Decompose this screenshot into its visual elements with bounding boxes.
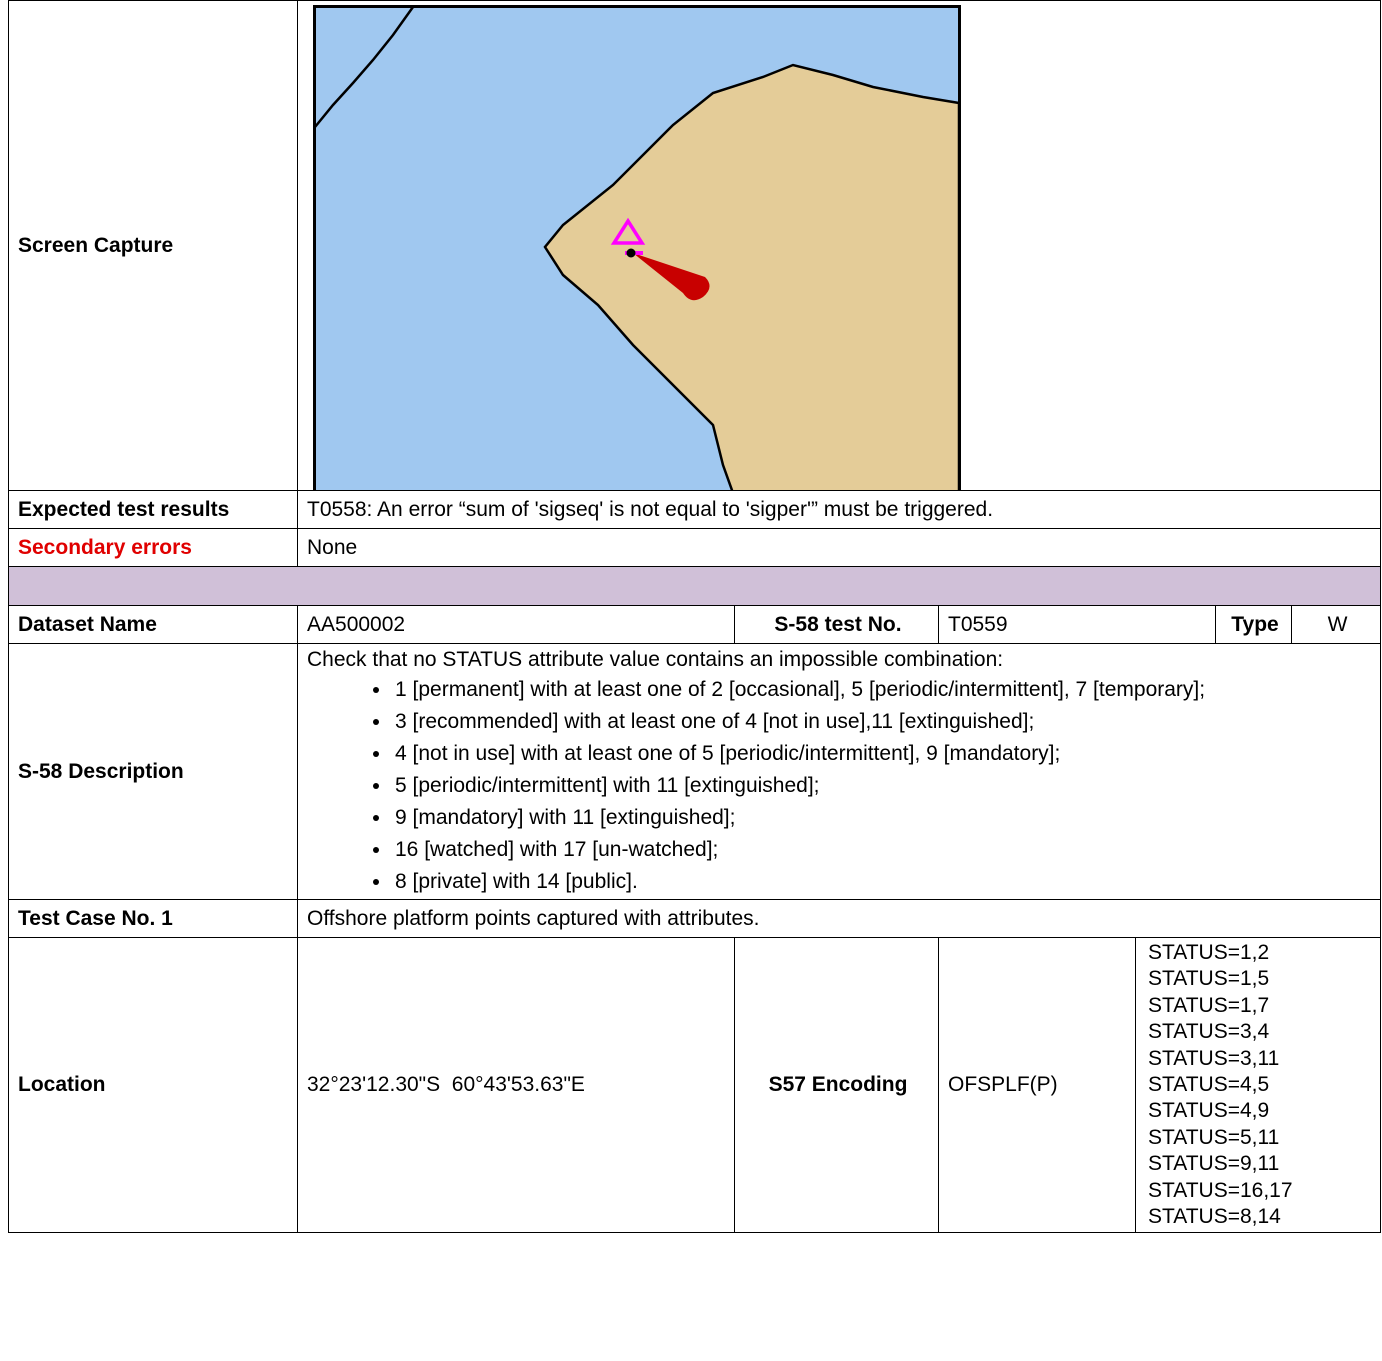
type-label: Type	[1215, 605, 1292, 644]
row-expected-results: Expected test results T0558: An error “s…	[8, 490, 1382, 529]
status-value: STATUS=4,9	[1148, 1099, 1270, 1123]
description-label: S-58 Description	[8, 643, 298, 900]
row-dataset: Dataset Name AA500002 S-58 test No. T055…	[8, 605, 1382, 644]
status-value: STATUS=1,5	[1148, 967, 1270, 991]
description-item: 5 [periodic/intermittent] with 11 [extin…	[392, 770, 1374, 802]
dataset-name-label: Dataset Name	[8, 605, 298, 644]
status-value: STATUS=16,17	[1148, 1178, 1293, 1202]
description-item: 4 [not in use] with at least one of 5 [p…	[392, 738, 1374, 770]
row-description: S-58 Description Check that no STATUS at…	[8, 643, 1382, 900]
description-cell: Check that no STATUS attribute value con…	[296, 643, 1382, 900]
status-value: STATUS=3,4	[1148, 1020, 1270, 1044]
status-value: STATUS=1,7	[1148, 993, 1270, 1017]
status-values-cell: STATUS=1,2 STATUS=1,5 STATUS=1,7 STATUS=…	[1134, 936, 1382, 1234]
section-divider	[7, 566, 1382, 606]
expected-results-value: T0558: An error “sum of 'sigseq' is not …	[296, 490, 1382, 529]
location-value: 32°23'12.30"S 60°43'53.63"E	[297, 936, 735, 1234]
status-value: STATUS=9,11	[1148, 1152, 1280, 1176]
secondary-errors-label: Secondary errors	[8, 528, 298, 567]
description-intro: Check that no STATUS attribute value con…	[307, 648, 1004, 671]
description-item: 16 [watched] with 17 [un-watched];	[392, 834, 1374, 866]
status-value: STATUS=3,11	[1148, 1046, 1280, 1070]
status-value: STATUS=5,11	[1148, 1125, 1280, 1149]
chart-map-image	[313, 5, 961, 490]
row-location: Location 32°23'12.30"S 60°43'53.63"E S57…	[8, 936, 1382, 1234]
test-no-label: S-58 test No.	[734, 605, 939, 644]
test-no-value: T0559	[938, 605, 1216, 644]
description-item: 8 [private] with 14 [public].	[392, 866, 1374, 898]
status-value: STATUS=1,2	[1148, 941, 1270, 964]
screen-capture-cell	[296, 0, 1382, 491]
description-item: 1 [permanent] with at least one of 2 [oc…	[392, 674, 1374, 706]
row-screen-capture: Screen Capture	[8, 0, 1382, 491]
test-case-value: Offshore platform points captured with a…	[296, 899, 1382, 938]
row-test-case: Test Case No. 1 Offshore platform points…	[8, 899, 1382, 938]
row-secondary-errors: Secondary errors None	[8, 528, 1382, 567]
description-item: 9 [mandatory] with 11 [extinguished];	[392, 802, 1374, 834]
location-label: Location	[8, 936, 298, 1234]
dataset-name-value: AA500002	[297, 605, 735, 644]
test-spec-table: Screen Capture Expected test results T05…	[7, 0, 1382, 1234]
row-spacer	[7, 566, 1382, 606]
encoding-label: S57 Encoding	[734, 936, 939, 1234]
test-case-label: Test Case No. 1	[8, 899, 298, 938]
description-item: 3 [recommended] with at least one of 4 […	[392, 706, 1374, 738]
status-value: STATUS=4,5	[1148, 1073, 1270, 1097]
secondary-errors-value: None	[296, 528, 1382, 567]
encoding-value: OFSPLF(P)	[938, 936, 1136, 1234]
screen-capture-label: Screen Capture	[8, 0, 298, 491]
type-value: W	[1290, 605, 1382, 644]
position-point-icon	[626, 248, 636, 258]
description-list: 1 [permanent] with at least one of 2 [oc…	[307, 674, 1374, 898]
status-value: STATUS=8,14	[1148, 1205, 1281, 1229]
expected-results-label: Expected test results	[8, 490, 298, 529]
